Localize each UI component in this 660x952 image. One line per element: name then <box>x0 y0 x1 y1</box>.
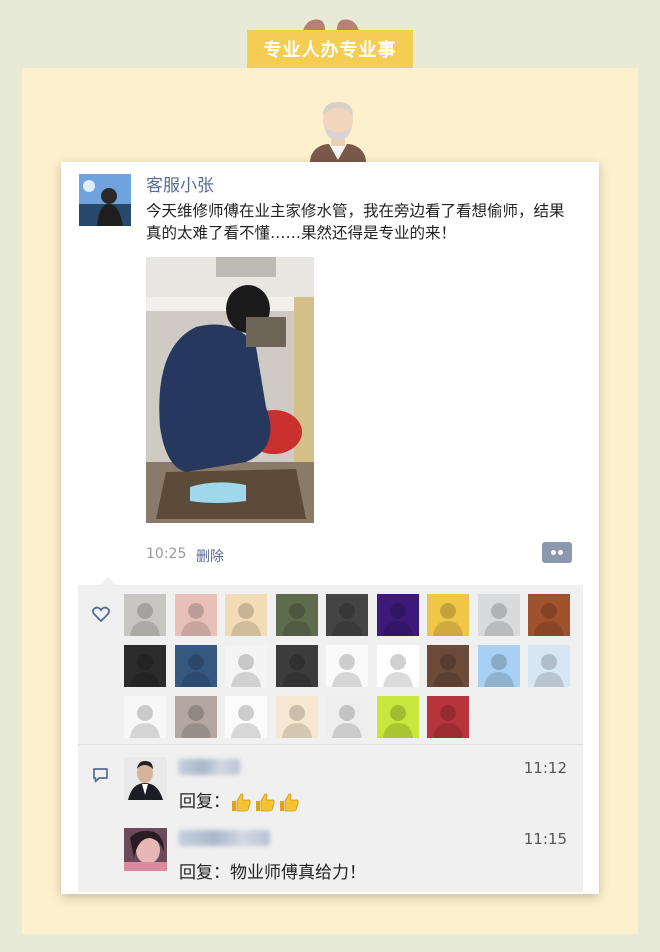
like-avatar[interactable] <box>477 645 520 687</box>
dot <box>551 550 556 555</box>
like-avatar[interactable] <box>376 594 419 636</box>
like-avatar[interactable] <box>427 645 469 687</box>
likes-comments-box: 11:12 回复： 11:15 回复：物业师傅真给力！ <box>78 577 583 892</box>
comment-item: 11:15 回复：物业师傅真给力！ <box>124 828 579 888</box>
like-avatar[interactable] <box>528 594 570 636</box>
heart-icon <box>92 606 110 622</box>
commenter-name-blurred[interactable] <box>178 759 240 775</box>
like-avatar[interactable] <box>376 696 419 738</box>
commenter-avatar[interactable] <box>124 757 167 800</box>
moments-post-card: 客服小张 今天维修师傅在业主家修水管，我在旁边看了看想偷师，结果真的太难了看不懂… <box>61 162 599 894</box>
like-avatar[interactable] <box>528 645 570 687</box>
reply-prefix: 回复： <box>179 792 230 812</box>
like-avatar[interactable] <box>376 645 419 687</box>
thumbs-up-emojis <box>230 792 300 812</box>
like-avatar[interactable] <box>124 645 166 687</box>
like-avatar[interactable] <box>174 645 217 687</box>
divider <box>78 744 583 745</box>
comment-text: 回复： <box>179 787 300 812</box>
like-avatar[interactable] <box>225 594 267 636</box>
like-avatar[interactable] <box>326 696 368 738</box>
post-time: 10:25 <box>146 546 187 562</box>
like-avatar[interactable] <box>124 696 166 738</box>
comment-time: 11:12 <box>523 759 567 777</box>
thumbs-up-icon <box>280 793 299 812</box>
commenter-avatar[interactable] <box>124 828 167 871</box>
like-avatar[interactable] <box>124 594 166 636</box>
dot <box>558 550 563 555</box>
post-photo[interactable] <box>146 257 314 523</box>
comment-text: 回复：物业师傅真给力！ <box>179 858 366 883</box>
more-dots-icon[interactable] <box>542 542 572 563</box>
like-avatar[interactable] <box>174 594 217 636</box>
comment-time: 11:15 <box>523 830 567 848</box>
banner-title: 专业人办专业事 <box>247 30 413 68</box>
comment-icon <box>93 768 108 783</box>
poster-avatar[interactable] <box>79 174 131 226</box>
like-avatar[interactable] <box>225 645 267 687</box>
like-avatar[interactable] <box>326 645 368 687</box>
likes-avatar-grid <box>124 594 579 738</box>
thumbs-up-icon <box>256 793 275 812</box>
like-avatar[interactable] <box>225 696 267 738</box>
reply-body: 物业师傅真给力！ <box>230 863 366 883</box>
like-avatar[interactable] <box>326 594 368 636</box>
poster-name[interactable]: 客服小张 <box>146 171 214 196</box>
like-avatar[interactable] <box>275 645 318 687</box>
like-avatar[interactable] <box>477 594 520 636</box>
box-pointer <box>100 577 116 585</box>
like-avatar[interactable] <box>174 696 217 738</box>
post-text: 今天维修师傅在业主家修水管，我在旁边看了看想偷师，结果真的太难了看不懂……果然还… <box>146 202 565 242</box>
comment-item: 11:12 回复： <box>124 757 579 817</box>
like-avatar[interactable] <box>275 594 318 636</box>
commenter-name-blurred[interactable] <box>178 830 270 846</box>
reply-prefix: 回复： <box>179 863 230 883</box>
thumbs-up-icon <box>232 793 251 812</box>
like-avatar[interactable] <box>427 696 469 738</box>
like-avatar[interactable] <box>275 696 318 738</box>
like-avatar[interactable] <box>427 594 469 636</box>
delete-link[interactable]: 删除 <box>196 546 224 566</box>
